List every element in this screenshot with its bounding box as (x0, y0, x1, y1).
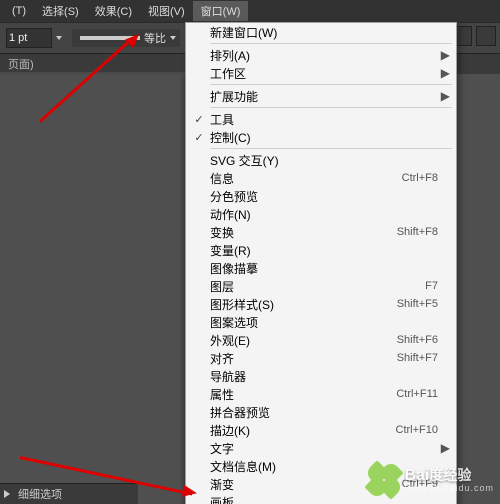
menu-item-label: 属性 (208, 386, 356, 403)
menu-item-label: 排列(A) (208, 47, 356, 64)
stroke-dropdown-caret[interactable] (56, 36, 62, 40)
menu-item[interactable]: 新建窗口(W) (186, 23, 456, 41)
status-bar[interactable]: 细细选项 (0, 483, 138, 504)
expand-right-icon (4, 490, 10, 498)
menu-item-shortcut: Shift+F8 (356, 226, 438, 238)
menu-item-label: 变换 (208, 224, 356, 241)
menu-item[interactable]: 信息Ctrl+F8 (186, 169, 456, 187)
menu-item-label: 导航器 (208, 368, 356, 385)
menu-item[interactable]: 图像描摹 (186, 259, 456, 277)
status-label: 细细选项 (18, 486, 62, 502)
clover-icon (366, 462, 402, 498)
menu-item-label: 工作区 (208, 65, 356, 82)
menu-item-label: 图案选项 (208, 314, 356, 331)
window-menu: 新建窗口(W)排列(A)▶工作区▶扩展功能▶✓工具✓控制(C)SVG 交互(Y)… (185, 22, 457, 504)
menu-item[interactable]: 图层F7 (186, 277, 456, 295)
annotation-arrowhead-bottom (182, 485, 198, 499)
menu-item[interactable]: 变量(R) (186, 241, 456, 259)
menu-item-label: 描边(K) (208, 422, 356, 439)
menu-select[interactable]: 选择(S) (34, 1, 87, 21)
watermark-sub: 度经验 (429, 467, 471, 483)
submenu-arrow-icon: ▶ (438, 441, 450, 455)
menu-item-label: 外观(E) (208, 332, 356, 349)
menu-item-label: 文字 (208, 440, 356, 457)
menu-item[interactable]: SVG 交互(Y) (186, 151, 456, 169)
menu-item[interactable]: ✓工具 (186, 110, 456, 128)
menu-item-shortcut: Shift+F5 (356, 298, 438, 310)
menu-item-shortcut: Ctrl+F11 (356, 388, 438, 400)
menu-item[interactable]: 工作区 ▶ (186, 64, 456, 82)
watermark-url: jingyan.baidu.com (404, 484, 494, 493)
menu-item[interactable]: 动作(N) (186, 205, 456, 223)
chevron-down-icon (170, 36, 176, 40)
menu-item-label: 渐变 (208, 476, 356, 493)
menu-item[interactable]: 对齐Shift+F7 (186, 349, 456, 367)
line-style-label: 等比 (144, 30, 166, 46)
menu-item[interactable]: ✓控制(C) (186, 128, 456, 146)
menubar: (T) 选择(S) 效果(C) 视图(V) 窗口(W) (0, 0, 500, 22)
menu-separator (210, 43, 452, 44)
menu-item[interactable]: 图形样式(S)Shift+F5 (186, 295, 456, 313)
submenu-arrow-icon: ▶ (438, 66, 450, 80)
check-icon: ✓ (190, 113, 208, 126)
menu-item[interactable]: 外观(E)Shift+F6 (186, 331, 456, 349)
watermark-brand: Bai (404, 467, 429, 484)
menu-item-label: 拼合器预览 (208, 404, 356, 421)
submenu-arrow-icon: ▶ (438, 89, 450, 103)
menu-item[interactable]: 描边(K)Ctrl+F10 (186, 421, 456, 439)
menu-item-label: SVG 交互(Y) (208, 152, 356, 169)
menu-separator (210, 148, 452, 149)
menu-item-label: 新建窗口(W) (208, 24, 356, 41)
menu-item-label: 文档信息(M) (208, 458, 356, 475)
menu-item-label: 控制(C) (208, 129, 356, 146)
menu-effect[interactable]: 效果(C) (87, 1, 140, 21)
menu-window[interactable]: 窗口(W) (193, 1, 249, 21)
menu-item[interactable]: 导航器 (186, 367, 456, 385)
menu-item[interactable]: 文字 ▶ (186, 439, 456, 457)
menu-item-shortcut: Shift+F6 (356, 334, 438, 346)
menu-item[interactable]: 扩展功能 ▶ (186, 87, 456, 105)
menu-item[interactable]: 图案选项 (186, 313, 456, 331)
menu-item-shortcut: F7 (356, 280, 438, 292)
menu-item-label: 信息 (208, 170, 356, 187)
stroke-weight-input[interactable] (6, 28, 52, 48)
menu-item-label: 画板 (208, 494, 356, 504)
watermark: Bai度经验 jingyan.baidu.com (366, 462, 494, 498)
menu-item[interactable]: 变换Shift+F8 (186, 223, 456, 241)
menu-item[interactable]: 拼合器预览 (186, 403, 456, 421)
menu-item-label: 对齐 (208, 350, 356, 367)
menu-item-label: 图层 (208, 278, 356, 295)
menu-item[interactable]: 分色预览 (186, 187, 456, 205)
menu-item-shortcut: Shift+F7 (356, 352, 438, 364)
document-tab-label[interactable]: 页面) (8, 59, 34, 71)
check-icon: ✓ (190, 131, 208, 144)
menu-item-label: 工具 (208, 111, 356, 128)
stroke-field[interactable] (6, 28, 62, 48)
menu-item-label: 动作(N) (208, 206, 356, 223)
menu-item-label: 图像描摹 (208, 260, 356, 277)
submenu-arrow-icon: ▶ (438, 48, 450, 62)
menu-item-label: 扩展功能 (208, 88, 356, 105)
menu-separator (210, 107, 452, 108)
menu-item[interactable]: 属性Ctrl+F11 (186, 385, 456, 403)
menu-item-shortcut: Ctrl+F10 (356, 424, 438, 436)
menu-item-shortcut: Ctrl+F8 (356, 172, 438, 184)
menu-item-label: 变量(R) (208, 242, 356, 259)
menu-separator (210, 84, 452, 85)
menu-view[interactable]: 视图(V) (140, 1, 193, 21)
menu-t[interactable]: (T) (4, 3, 34, 19)
menu-item-label: 分色预览 (208, 188, 356, 205)
menu-item-label: 图形样式(S) (208, 296, 356, 313)
panel-icon-2[interactable] (476, 26, 496, 46)
menu-item[interactable]: 排列(A) ▶ (186, 46, 456, 64)
